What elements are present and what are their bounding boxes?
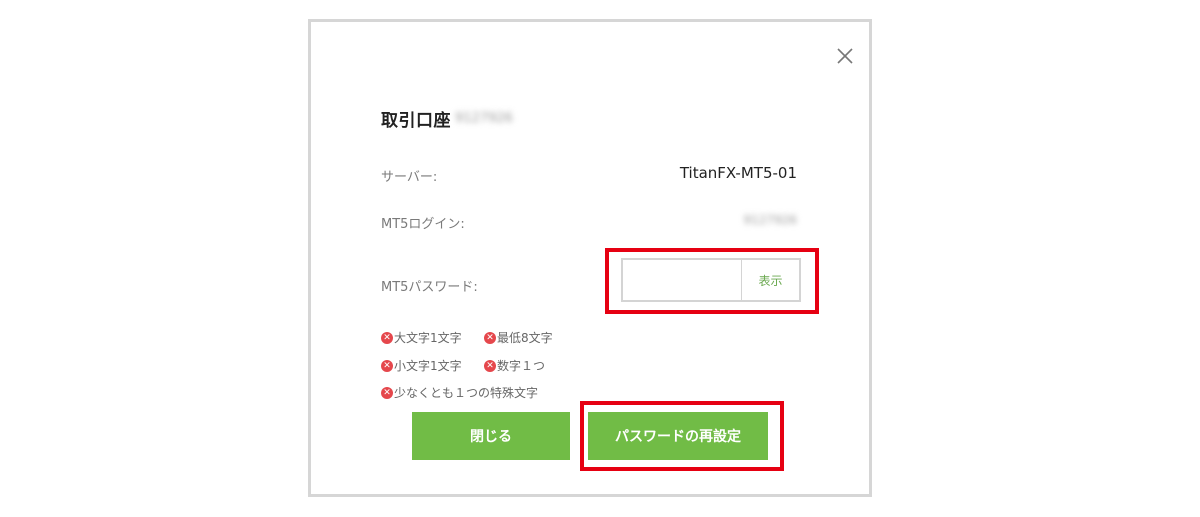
account-number-masked: 9127926	[455, 111, 513, 126]
requirement-item: ✕ 小文字1文字	[381, 357, 462, 374]
password-field-group: 表示	[621, 258, 801, 302]
requirement-text: 数字１つ	[497, 359, 546, 373]
password-dialog: 取引口座 9127926 サーバー: TitanFX-MT5-01 MT5ログイ…	[308, 19, 872, 497]
dialog-title: 取引口座 9127926	[381, 106, 513, 131]
close-icon[interactable]	[835, 46, 855, 66]
show-password-button[interactable]: 表示	[741, 260, 799, 300]
login-value-masked: 9127926	[743, 213, 797, 227]
error-x-icon: ✕	[484, 359, 496, 372]
dialog-title-text: 取引口座	[381, 111, 451, 131]
requirement-text: 大文字1文字	[394, 331, 462, 345]
password-input[interactable]	[623, 260, 741, 300]
requirement-text: 少なくとも１つの特殊文字	[394, 386, 539, 400]
error-x-icon: ✕	[381, 386, 393, 399]
password-label: MT5パスワード:	[381, 280, 478, 295]
requirement-text: 最低8文字	[497, 331, 553, 345]
error-x-icon: ✕	[484, 331, 496, 344]
server-value: TitanFX-MT5-01	[679, 164, 797, 182]
error-x-icon: ✕	[381, 331, 393, 344]
requirement-item: ✕ 少なくとも１つの特殊文字	[381, 384, 538, 401]
close-button[interactable]: 閉じる	[412, 412, 570, 460]
reset-password-button[interactable]: パスワードの再設定	[588, 412, 768, 460]
login-label: MT5ログイン:	[381, 217, 465, 232]
requirement-item: ✕ 数字１つ	[484, 357, 545, 374]
requirement-item: ✕ 大文字1文字	[381, 329, 462, 346]
requirement-item: ✕ 最低8文字	[484, 329, 553, 346]
error-x-icon: ✕	[381, 359, 393, 372]
server-label: サーバー:	[381, 170, 438, 185]
requirement-text: 小文字1文字	[394, 359, 462, 373]
